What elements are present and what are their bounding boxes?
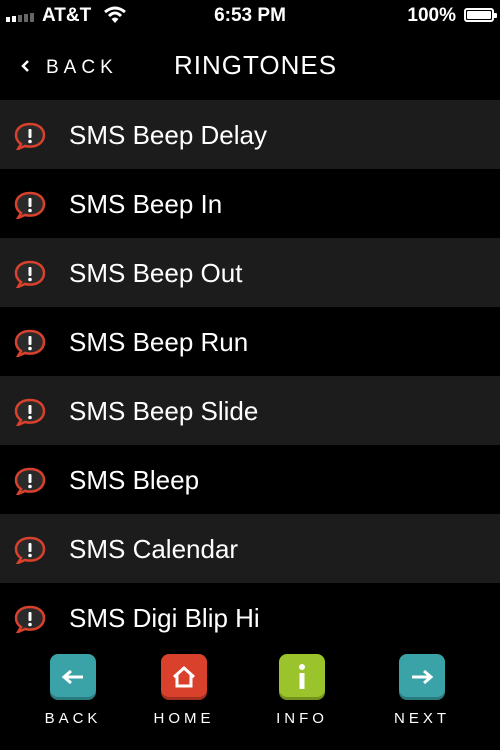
info-button[interactable]: INFO bbox=[262, 654, 342, 727]
alert-bubble-icon bbox=[13, 605, 47, 635]
alert-bubble-icon bbox=[13, 536, 47, 566]
chevron-left-icon bbox=[20, 56, 30, 79]
ringtone-name: SMS Beep Run bbox=[69, 327, 249, 357]
info-icon bbox=[279, 654, 325, 700]
list-item[interactable]: SMS Calendar bbox=[0, 514, 500, 583]
list-item[interactable]: SMS Beep In bbox=[0, 169, 500, 238]
alert-bubble-icon bbox=[13, 122, 47, 152]
alert-bubble-icon bbox=[13, 191, 47, 221]
arrow-right-icon bbox=[399, 654, 445, 700]
info-button-label: INFO bbox=[276, 710, 328, 727]
ringtone-list: SMS Beep Delay SMS Beep In SMS Beep Out … bbox=[0, 100, 500, 652]
status-bar: AT&T 6:53 PM 100% bbox=[0, 0, 500, 32]
ringtone-name: SMS Digi Blip Hi bbox=[69, 603, 260, 633]
ringtone-name: SMS Beep Out bbox=[69, 258, 243, 288]
alert-bubble-icon bbox=[13, 329, 47, 359]
list-item[interactable]: SMS Beep Out bbox=[0, 238, 500, 307]
next-button-label: NEXT bbox=[393, 710, 450, 727]
ringtone-name: SMS Beep Delay bbox=[69, 120, 267, 150]
back-nav-label: BACK bbox=[46, 56, 118, 78]
home-icon bbox=[161, 654, 207, 700]
arrow-left-icon bbox=[50, 654, 96, 700]
battery-icon bbox=[464, 8, 497, 22]
bottom-toolbar: BACK HOME INFO NEXT bbox=[0, 648, 500, 750]
alert-bubble-icon bbox=[13, 467, 47, 497]
list-item[interactable]: SMS Digi Blip Hi bbox=[0, 583, 500, 652]
navigation-bar: BACK RINGTONES bbox=[0, 32, 500, 100]
list-item[interactable]: SMS Beep Slide bbox=[0, 376, 500, 445]
battery-percentage: 100% bbox=[407, 5, 456, 26]
ringtone-name: SMS Bleep bbox=[69, 465, 200, 495]
ringtone-name: SMS Beep In bbox=[69, 189, 223, 219]
list-item[interactable]: SMS Beep Delay bbox=[0, 100, 500, 169]
list-item[interactable]: SMS Bleep bbox=[0, 445, 500, 514]
back-button[interactable]: BACK bbox=[33, 654, 113, 727]
back-nav-button[interactable]: BACK bbox=[20, 56, 118, 79]
ringtone-name: SMS Calendar bbox=[69, 534, 239, 564]
alert-bubble-icon bbox=[13, 260, 47, 290]
next-button[interactable]: NEXT bbox=[382, 654, 462, 727]
back-button-label: BACK bbox=[44, 710, 102, 727]
home-button[interactable]: HOME bbox=[144, 654, 224, 727]
alert-bubble-icon bbox=[13, 398, 47, 428]
list-item[interactable]: SMS Beep Run bbox=[0, 307, 500, 376]
ringtone-name: SMS Beep Slide bbox=[69, 396, 259, 426]
home-button-label: HOME bbox=[153, 710, 215, 727]
page-title: RINGTONES bbox=[174, 50, 338, 80]
